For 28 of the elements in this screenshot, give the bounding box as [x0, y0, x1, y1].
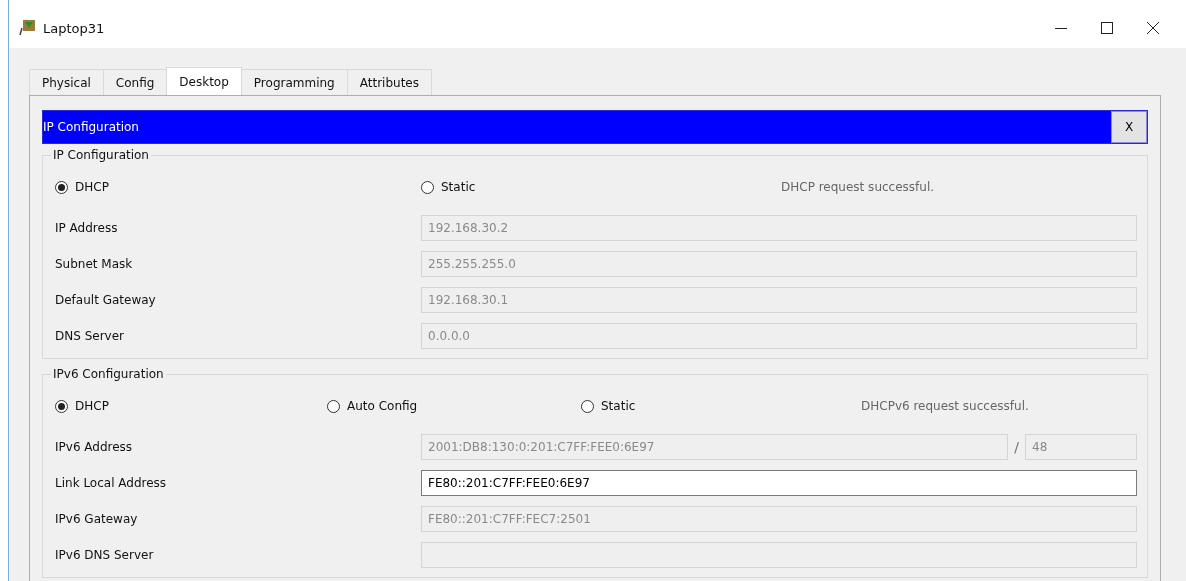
- group-title: IP Configuration: [52, 148, 150, 162]
- radio-option[interactable]: DHCP: [55, 399, 109, 413]
- maximize-icon[interactable]: [1101, 22, 1113, 34]
- window-title: Laptop31: [43, 20, 106, 36]
- field-label: Subnet Mask: [55, 257, 134, 271]
- close-button[interactable]: X: [1111, 111, 1147, 143]
- close-icon[interactable]: [1147, 22, 1159, 34]
- status-text: DHCP request successful.: [781, 180, 935, 194]
- panel-title: IP Configuration: [43, 120, 139, 134]
- group-title: IPv6 Configuration: [52, 367, 165, 381]
- tab[interactable]: Desktop: [166, 67, 242, 95]
- field-label: IP Address: [55, 221, 119, 235]
- field-label: IPv6 Gateway: [55, 512, 139, 526]
- radio-option[interactable]: Auto Config: [327, 399, 418, 413]
- field-label: Link Local Address: [55, 476, 168, 490]
- radio-option[interactable]: DHCP: [55, 180, 109, 194]
- tab[interactable]: Physical: [29, 69, 104, 95]
- device-icon: [19, 19, 37, 37]
- text-field[interactable]: FE80::201:C7FF:FEE0:6E97: [421, 470, 1137, 496]
- status-text: DHCPv6 request successful.: [861, 399, 1029, 413]
- field-label: Default Gateway: [55, 293, 157, 307]
- field-label: DNS Server: [55, 329, 125, 343]
- field-label: IPv6 Address: [55, 440, 134, 454]
- radio-option[interactable]: Static: [421, 180, 476, 194]
- field-label: IPv6 DNS Server: [55, 548, 155, 562]
- tab[interactable]: Attributes: [346, 69, 432, 95]
- radio-option[interactable]: Static: [581, 399, 636, 413]
- separator-text: /: [1014, 439, 1019, 455]
